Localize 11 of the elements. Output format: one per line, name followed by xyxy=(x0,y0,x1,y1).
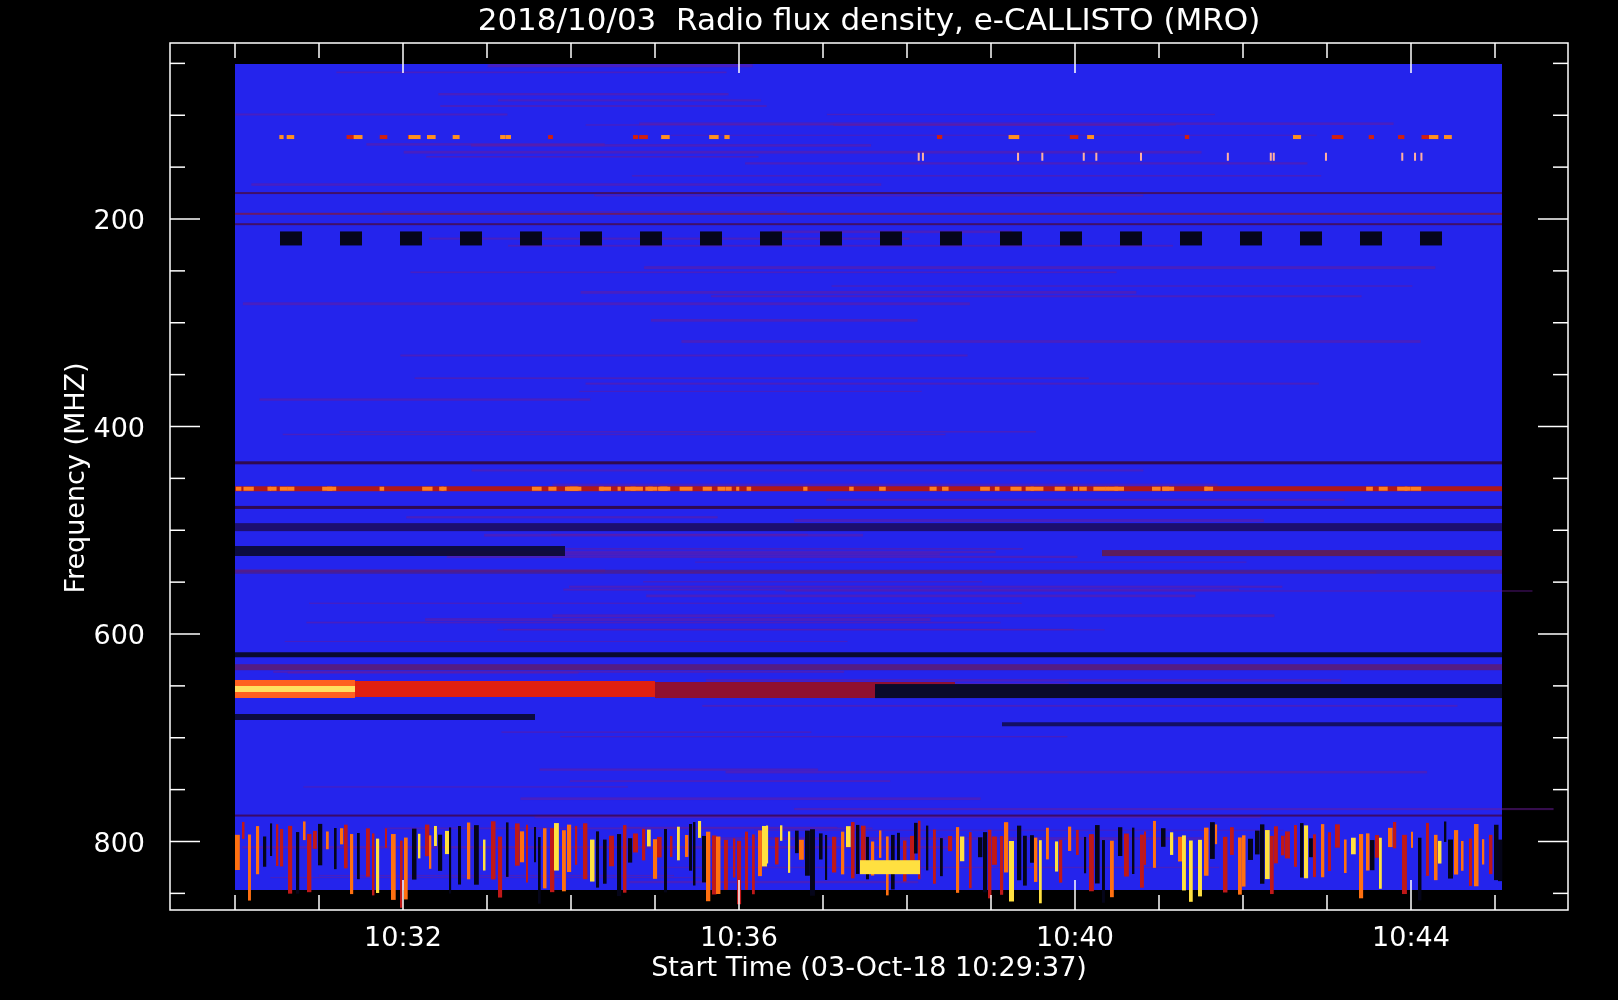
tick-label: 10:44 xyxy=(1372,921,1450,952)
tick-label: 800 xyxy=(93,826,145,858)
tick-label: 10:40 xyxy=(1036,921,1114,952)
tick-label: 600 xyxy=(93,619,145,650)
tick-label: 10:32 xyxy=(364,921,442,952)
chart-title: 2018/10/03 Radio flux density, e-CALLISTO (MRO) xyxy=(477,1,1261,37)
axis-label: Frequency (MHZ) xyxy=(59,362,90,594)
axis-label: Start Time (03-Oct-18 10:29:37) xyxy=(651,951,1087,982)
tick-label: 10:36 xyxy=(700,921,778,952)
tick-label: 400 xyxy=(93,411,145,443)
tick-label: 200 xyxy=(93,204,145,235)
